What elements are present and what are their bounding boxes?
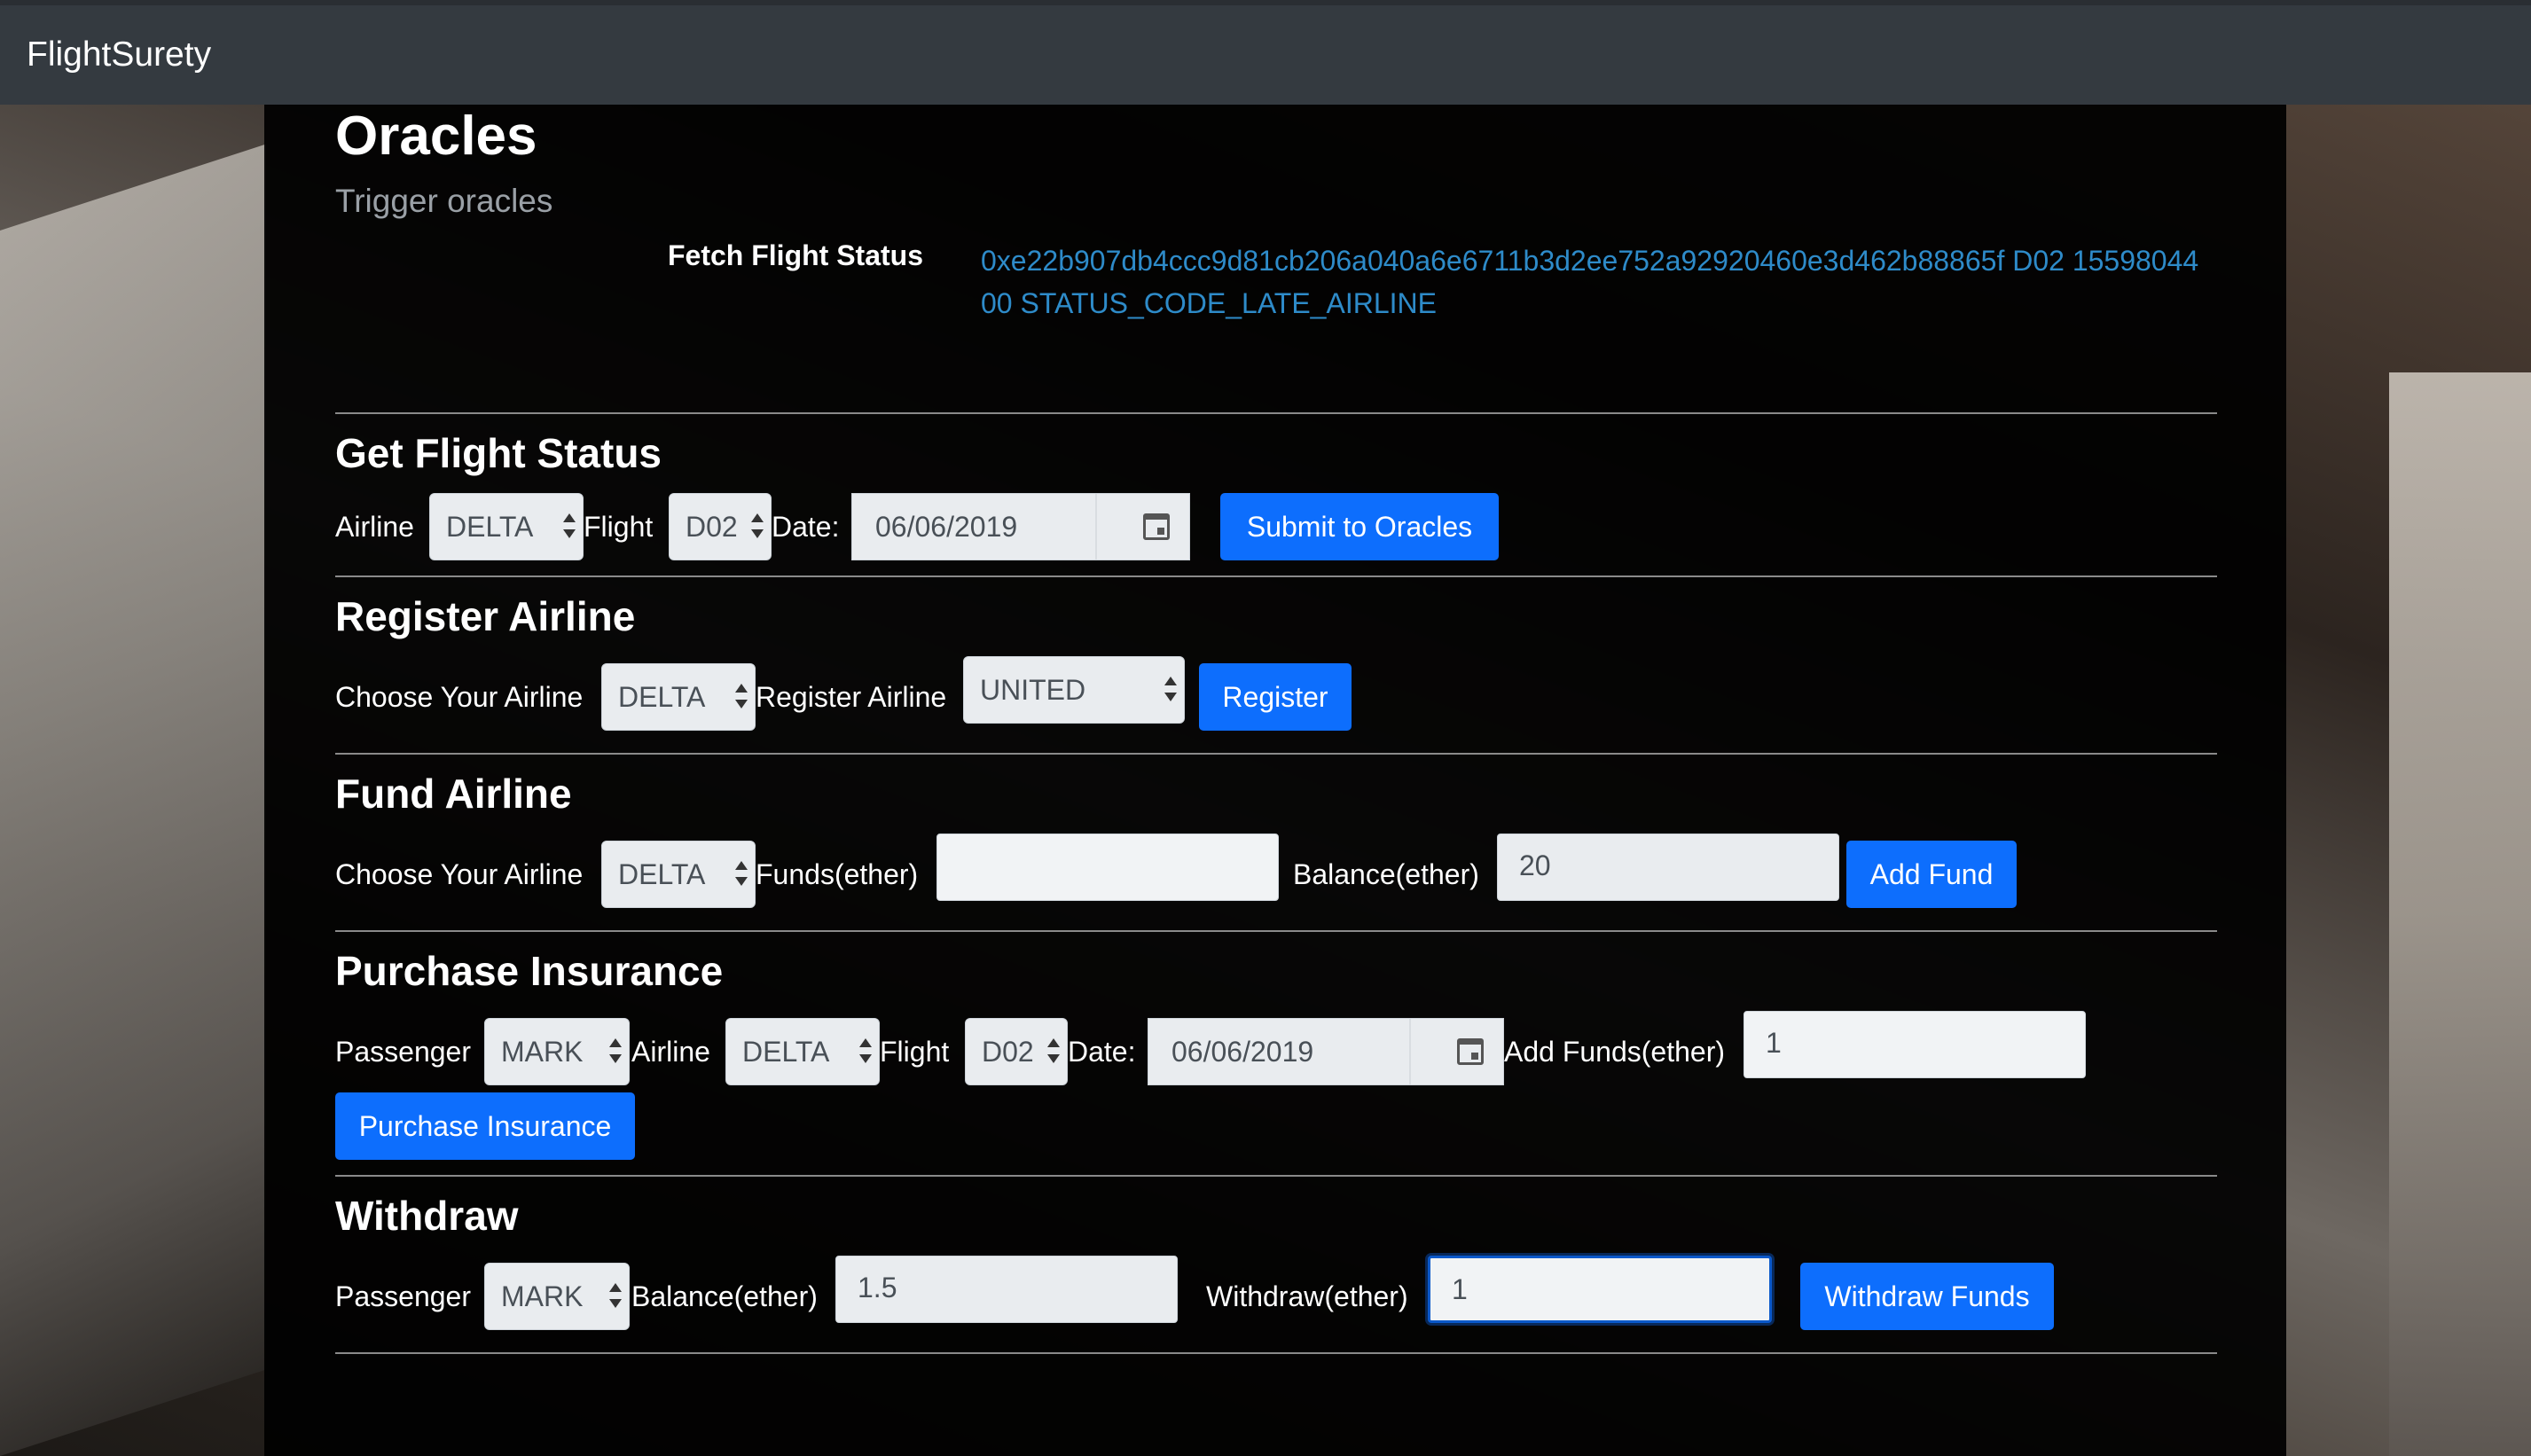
section-title-purchase-insurance: Purchase Insurance (335, 948, 724, 994)
flight-select[interactable]: D02 (669, 493, 772, 560)
passenger-select[interactable]: MARK (484, 1018, 630, 1085)
register-button[interactable]: Register (1199, 663, 1352, 731)
pi-flight-label: Flight (880, 1036, 950, 1068)
pi-airline-select[interactable]: DELTA (725, 1018, 880, 1085)
flight-label: Flight (584, 511, 654, 543)
fund-balance-field: 20 (1497, 834, 1839, 901)
airline-select[interactable]: DELTA (429, 493, 584, 560)
register-airline-select-value: UNITED (980, 674, 1086, 706)
select-arrows-icon (859, 1038, 872, 1067)
date-label: Date: (772, 511, 840, 543)
fund-choose-airline-select-value: DELTA (618, 858, 706, 890)
fetch-status-value: 0xe22b907db4ccc9d81cb206a040a6e6711b3d2e… (981, 245, 2199, 319)
pi-flight-select-value: D02 (982, 1036, 1034, 1068)
navbar: FlightSurety (0, 0, 2531, 105)
select-arrows-icon (735, 684, 748, 712)
select-arrows-icon (1164, 677, 1177, 705)
section-title-fund-airline: Fund Airline (335, 771, 572, 817)
passenger-label: Passenger (335, 1036, 471, 1068)
withdraw-passenger-label: Passenger (335, 1280, 471, 1312)
withdraw-passenger-select[interactable]: MARK (484, 1263, 630, 1330)
select-arrows-icon (609, 1038, 622, 1067)
register-airline-label: Register Airline (756, 681, 947, 713)
pi-date-input[interactable]: 06/06/2019 (1148, 1018, 1504, 1085)
fund-balance-label: Balance(ether) (1293, 858, 1479, 890)
withdraw-funds-button[interactable]: Withdraw Funds (1800, 1263, 2054, 1330)
select-arrows-icon (609, 1283, 622, 1311)
choose-airline-select-value: DELTA (618, 681, 706, 713)
select-arrows-icon (751, 513, 764, 542)
brand-link[interactable]: FlightSurety (27, 35, 211, 74)
pi-airline-select-value: DELTA (742, 1036, 830, 1068)
date-input-value: 06/06/2019 (875, 511, 1018, 543)
select-arrows-icon (563, 513, 576, 542)
select-arrows-icon (735, 861, 748, 889)
choose-airline-label: Choose Your Airline (335, 681, 584, 713)
page-title: Oracles (335, 106, 537, 167)
fund-choose-airline-select[interactable]: DELTA (601, 841, 756, 908)
divider (335, 753, 2217, 755)
section-title-register-airline: Register Airline (335, 593, 636, 639)
add-fund-button[interactable]: Add Fund (1846, 841, 2017, 908)
pi-date-label: Date: (1068, 1036, 1136, 1068)
passenger-select-value: MARK (501, 1036, 584, 1068)
page-subtitle: Trigger oracles (335, 183, 553, 219)
background-stripe-right (2389, 372, 2531, 1456)
flight-select-value: D02 (686, 511, 738, 543)
withdraw-passenger-select-value: MARK (501, 1280, 584, 1312)
withdraw-amount-input[interactable]: 1 (1428, 1256, 1772, 1323)
withdraw-balance-label: Balance(ether) (631, 1280, 818, 1312)
calendar-icon[interactable] (1143, 513, 1170, 540)
withdraw-amount-label: Withdraw(ether) (1206, 1280, 1408, 1312)
divider (335, 1175, 2217, 1177)
select-arrows-icon (1047, 1038, 1060, 1067)
section-title-withdraw: Withdraw (335, 1193, 519, 1239)
add-funds-input[interactable]: 1 (1743, 1011, 2086, 1078)
calendar-icon[interactable] (1457, 1038, 1484, 1065)
divider (335, 1352, 2217, 1354)
funds-input[interactable] (936, 834, 1279, 901)
section-title-get-flight-status: Get Flight Status (335, 430, 662, 476)
airline-label: Airline (335, 511, 414, 543)
main-panel: Oracles Trigger oracles Fetch Flight Sta… (264, 105, 2286, 1456)
pi-airline-label: Airline (631, 1036, 710, 1068)
funds-label: Funds(ether) (756, 858, 919, 890)
pi-flight-select[interactable]: D02 (965, 1018, 1068, 1085)
airline-select-value: DELTA (446, 511, 534, 543)
choose-airline-select[interactable]: DELTA (601, 663, 756, 731)
divider (335, 930, 2217, 932)
withdraw-balance-field: 1.5 (835, 1256, 1178, 1323)
register-airline-select[interactable]: UNITED (963, 656, 1185, 724)
add-funds-label: Add Funds(ether) (1504, 1036, 1726, 1068)
fetch-status-label: Fetch Flight Status (668, 239, 923, 271)
submit-to-oracles-button[interactable]: Submit to Oracles (1220, 493, 1499, 560)
fund-choose-airline-label: Choose Your Airline (335, 858, 584, 890)
divider (335, 412, 2217, 414)
pi-date-input-value: 06/06/2019 (1171, 1036, 1314, 1068)
date-divider (1095, 494, 1097, 560)
divider (335, 575, 2217, 577)
purchase-insurance-button[interactable]: Purchase Insurance (335, 1092, 635, 1160)
date-input[interactable]: 06/06/2019 (851, 493, 1190, 560)
date-divider (1409, 1019, 1411, 1084)
background-stripe-left (0, 144, 266, 1456)
